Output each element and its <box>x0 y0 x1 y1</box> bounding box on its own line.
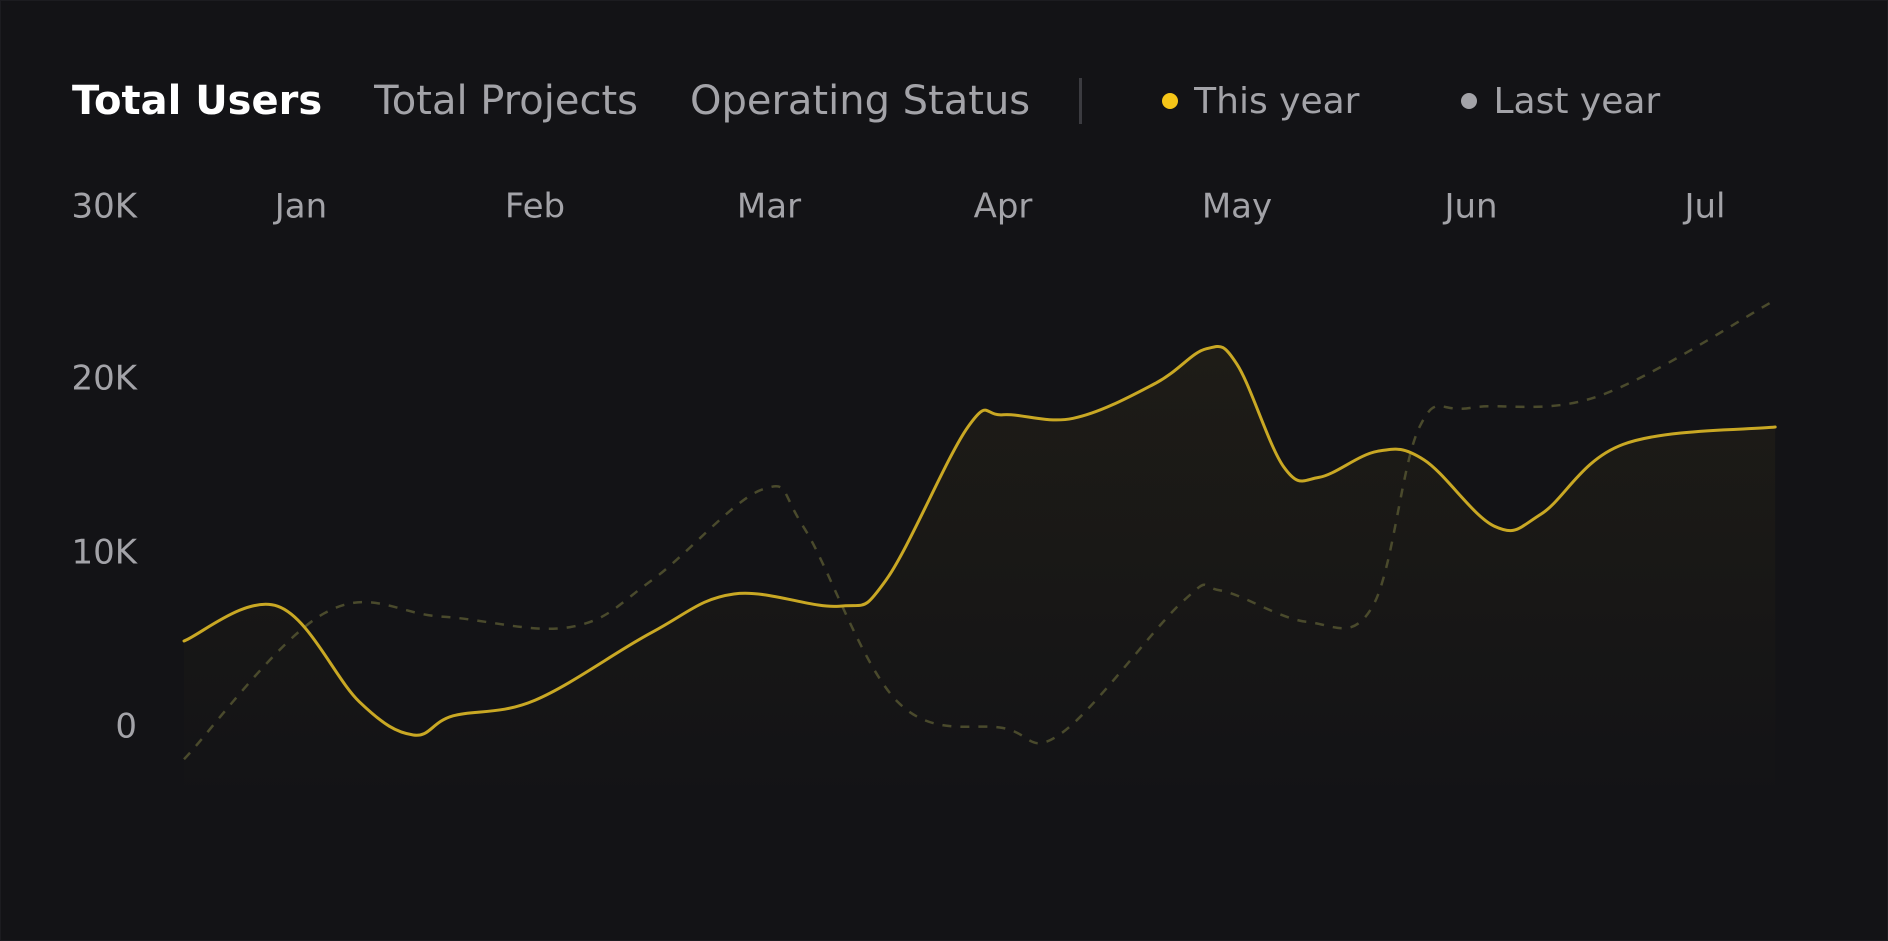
y-tick-label: 20K <box>71 359 138 399</box>
x-tick-label: Jun <box>1442 187 1497 227</box>
y-tick-label: 0 <box>115 707 137 747</box>
x-tick-label: Jan <box>273 187 327 227</box>
x-tick-label: May <box>1202 187 1272 227</box>
y-tick-label: 10K <box>71 533 138 573</box>
y-tick-label: 30K <box>71 187 138 227</box>
x-tick-label: Jul <box>1682 187 1725 227</box>
line-chart: Jan Feb Mar Apr May Jun Jul 0 10K 20K 30K <box>71 187 1777 801</box>
x-tick-label: Feb <box>505 187 565 227</box>
x-tick-label: Mar <box>737 187 801 227</box>
x-tick-label: Apr <box>974 187 1033 227</box>
chart-card: Total Users Total Projects Operating Sta… <box>0 0 1888 941</box>
